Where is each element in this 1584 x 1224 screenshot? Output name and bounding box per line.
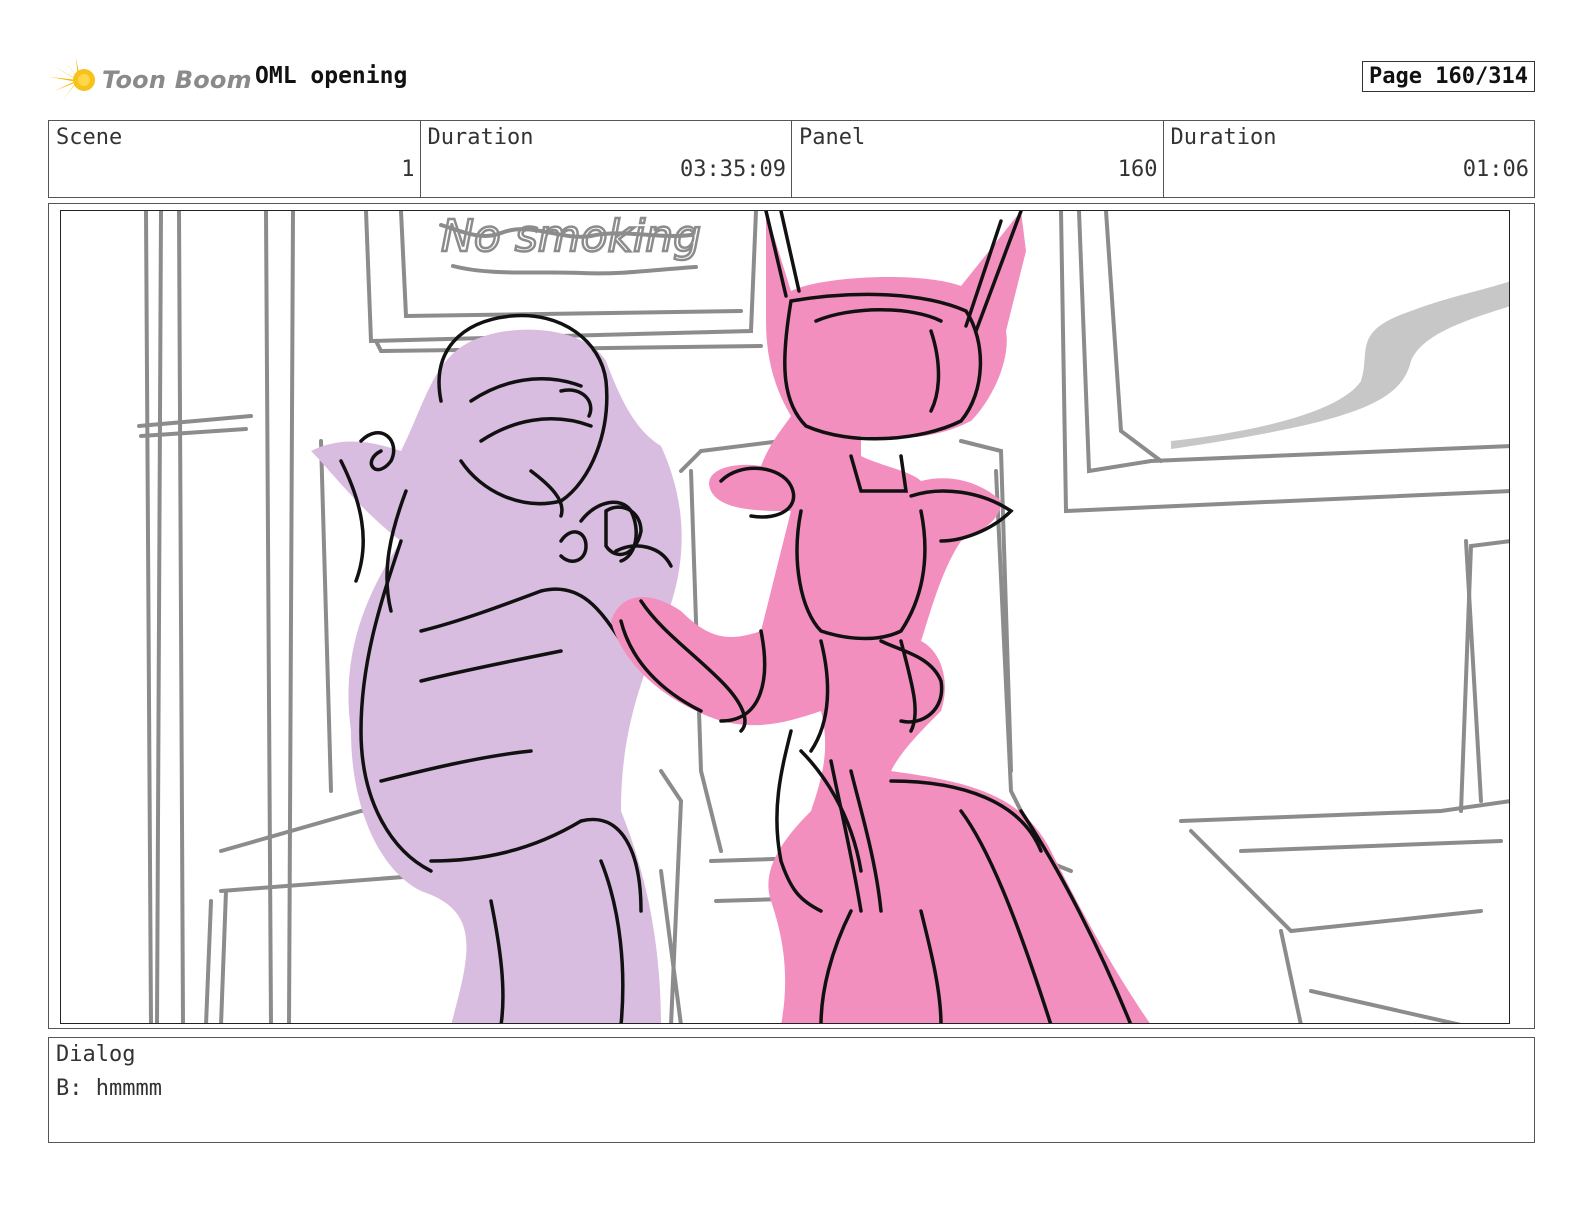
project-title: OML opening: [255, 63, 408, 89]
panel-duration-cell: Duration 01:06: [1164, 121, 1535, 197]
scene-value: 1: [401, 157, 415, 182]
panel-duration-value: 01:06: [1462, 157, 1529, 182]
panel-duration-label: Duration: [1170, 125, 1277, 150]
scene-label: Scene: [56, 125, 123, 150]
page-header: Toon Boom OML opening Page 160/314: [50, 55, 1535, 105]
storyboard-sketch: No smoking: [137, 211, 1509, 1023]
dialog-label: Dialog: [56, 1042, 136, 1067]
storyboard-panel-frame: No smoking: [48, 203, 1535, 1029]
dialog-box: Dialog B: hmmmm: [48, 1037, 1535, 1143]
scene-duration-cell: Duration 03:35:09: [421, 121, 792, 197]
scene-duration-value: 03:35:09: [680, 157, 786, 182]
dialog-text: B: hmmmm: [56, 1076, 162, 1101]
scene-duration-label: Duration: [427, 125, 534, 150]
panel-cell: Panel 160: [792, 121, 1164, 197]
scene-info-table: Scene 1 Duration 03:35:09 Panel 160 Dura…: [48, 120, 1535, 198]
window-reflection-shape: [1171, 281, 1509, 449]
toon-boom-logo: Toon Boom: [50, 55, 252, 105]
panel-value: 160: [1117, 157, 1158, 182]
logo-text: Toon Boom: [102, 66, 252, 94]
page-number: Page 160/314: [1362, 61, 1535, 92]
starburst-logo-icon: [50, 57, 95, 101]
panel-label: Panel: [799, 125, 866, 150]
storyboard-panel-image: No smoking: [60, 210, 1510, 1024]
scene-cell: Scene 1: [49, 121, 421, 197]
no-smoking-sign-text: No smoking: [441, 211, 701, 262]
